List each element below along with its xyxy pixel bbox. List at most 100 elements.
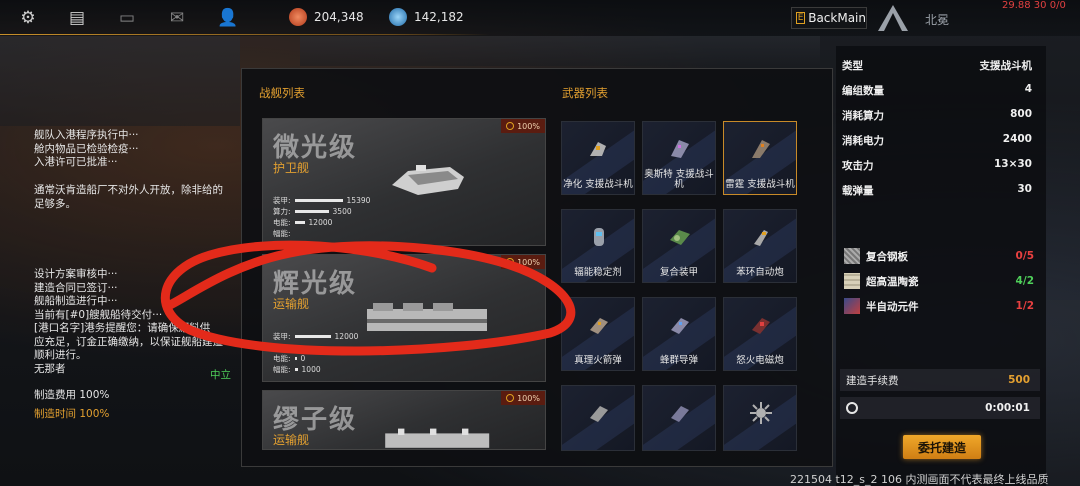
background-structure xyxy=(300,36,820,66)
material-name: 半自动元件 xyxy=(866,300,919,313)
friends-icon[interactable]: 👤 xyxy=(217,8,239,28)
build-timer: 0:00:01 xyxy=(840,397,1040,419)
info-key: 消耗电力 xyxy=(842,135,884,147)
fee-label: 建造手续费 xyxy=(846,374,899,387)
turret-icon xyxy=(590,406,608,422)
material-name: 复合钢板 xyxy=(866,250,908,263)
neutral-status: 中立 xyxy=(210,369,231,381)
stat-bar xyxy=(294,199,343,202)
info-key: 类型 xyxy=(842,60,863,72)
log-block-2: 设计方案审核中··· 建造合同已签订··· 舰船制造进行中··· 当前有[#0]… xyxy=(34,268,223,376)
weapons-title: 武器列表 xyxy=(562,86,608,100)
weapon-label: 净化 支援战斗机 xyxy=(563,179,633,190)
build-fee: 建造手续费 500 xyxy=(840,369,1040,391)
badge-value: 100% xyxy=(517,393,540,403)
stat-bar xyxy=(294,210,329,213)
stat-bar xyxy=(294,368,298,371)
armor-icon xyxy=(670,230,690,245)
ship-type: 运输舰 xyxy=(273,433,310,447)
log-line: 足够多。 xyxy=(34,197,76,210)
info-row-type: 类型 支援战斗机 xyxy=(842,58,1032,73)
ship-card-radiance[interactable]: 100% 辉光级 运输舰 装甲: 12000 电能: 0 幅能: 1000 xyxy=(262,254,546,382)
commission-build-button[interactable]: 委托建造 xyxy=(903,435,981,459)
railgun-icon xyxy=(752,318,770,334)
material-count: 1/2 xyxy=(1015,300,1034,312)
stat-value: 12000 xyxy=(308,218,333,227)
build-time-modifier: 制造时间 100% xyxy=(34,408,110,420)
info-row-compute: 消耗算力 800 xyxy=(842,108,1032,123)
ship-model-icon xyxy=(367,303,487,331)
weapon-slot-selected[interactable]: 雷霆 支援战斗机 xyxy=(723,121,797,195)
log-line: 顺利进行。 xyxy=(34,349,87,361)
weapon-slot[interactable]: 辐能稳定剂 xyxy=(561,209,635,283)
detail-panel: 类型 支援战斗机 编组数量 4 消耗算力 800 消耗电力 2400 攻击力 13×30 … xyxy=(836,46,1046,486)
material-count: 0/5 xyxy=(1015,250,1034,262)
log-line: 舰船制造进行中··· xyxy=(34,295,118,307)
ship-card-muon[interactable]: 100% 缪子级 运输舰 xyxy=(262,390,546,450)
gear-icon[interactable]: ⚙ xyxy=(17,8,39,28)
back-main-button[interactable]: E BackMain xyxy=(791,7,867,29)
stat-label: 幅能: xyxy=(273,229,291,238)
log-line: [港口名字]港务提醒您：请确保原料供 xyxy=(34,322,211,334)
log-line: 舰队入港程序执行中··· xyxy=(34,129,139,141)
build-cost-modifier: 制造费用 100% xyxy=(34,389,110,401)
weapon-label: 复合装甲 xyxy=(659,267,698,278)
weapon-slot[interactable]: 净化 支援战斗机 xyxy=(561,121,635,195)
fighter-icon xyxy=(671,140,689,158)
badge-icon xyxy=(506,394,515,402)
stat-value: 0 xyxy=(300,354,306,363)
log-notice: 通常沃肯造船厂不对外人开放，除非给的 足够多。 xyxy=(34,184,223,211)
ship-stat-power: 电能: 12000 xyxy=(273,217,332,228)
info-value: 2400 xyxy=(1002,133,1032,145)
info-key: 消耗算力 xyxy=(842,110,884,122)
weapon-slot[interactable]: 怒火电磁炮 xyxy=(723,297,797,371)
weapon-slot[interactable]: 真理火箭弹 xyxy=(561,297,635,371)
log-block-1: 舰队入港程序执行中··· 舱内物品已检验检疫··· 入港许可已批准··· xyxy=(34,129,139,170)
log-line: 当前有[#0]艘舰船待交付··· xyxy=(34,308,163,321)
resource-credits: 204,348 xyxy=(289,8,364,26)
info-key: 编组数量 xyxy=(842,85,884,97)
mail-icon[interactable]: ▭ xyxy=(116,8,138,28)
weapon-label: 辐能稳定剂 xyxy=(574,267,622,278)
stat-value: 12000 xyxy=(334,332,359,341)
stat-label: 电能: xyxy=(273,354,291,363)
stat-value: 3500 xyxy=(332,207,352,216)
weapon-slot[interactable]: 复合装甲 xyxy=(642,209,716,283)
ceramic-icon xyxy=(844,273,860,289)
badge-icon xyxy=(506,258,515,266)
info-value: 800 xyxy=(1010,108,1032,120)
back-icon: E xyxy=(796,12,806,24)
info-value: 30 xyxy=(1017,183,1032,195)
stat-label: 装甲: xyxy=(273,332,291,341)
fps-readout: 29.88 30 0/0 xyxy=(1002,0,1066,11)
stat-bar xyxy=(294,357,297,360)
material-row: 复合钢板 0/5 xyxy=(844,247,1034,265)
info-row-attack: 攻击力 13×30 xyxy=(842,158,1032,173)
weapon-slot[interactable] xyxy=(723,385,797,451)
fee-value: 500 xyxy=(1008,374,1030,386)
ship-badge: 100% xyxy=(501,255,545,269)
badge-value: 100% xyxy=(517,121,540,131)
steel-plate-icon xyxy=(844,248,860,264)
weapon-slot[interactable] xyxy=(642,385,716,451)
info-row-power: 消耗电力 2400 xyxy=(842,133,1032,148)
material-count: 4/2 xyxy=(1015,275,1034,287)
material-row: 半自动元件 1/2 xyxy=(844,297,1034,315)
ship-stat-flux: 幅能: 1000 xyxy=(273,364,321,375)
info-row-ammo: 载弹量 30 xyxy=(842,183,1032,198)
weapon-slot[interactable]: 奥斯特 支援战斗机 xyxy=(642,121,716,195)
weapon-slot[interactable] xyxy=(561,385,635,451)
stat-label: 电能: xyxy=(273,218,291,227)
chat-icon[interactable]: ▤ xyxy=(66,8,88,28)
component-icon xyxy=(844,298,860,314)
shipyard-panel: 战舰列表 武器列表 100% 微光级 护卫舰 装甲: 15390 算力: 3500 … xyxy=(241,68,833,467)
stat-bar xyxy=(294,335,331,338)
weapon-slot[interactable]: 蜂群导弹 xyxy=(642,297,716,371)
ship-stat-armor: 装甲: 12000 xyxy=(273,331,358,342)
stat-value: 15390 xyxy=(346,196,371,205)
weapon-slot[interactable]: 苯环自动炮 xyxy=(723,209,797,283)
message-icon[interactable]: ✉ xyxy=(166,8,188,28)
ship-badge: 100% xyxy=(501,391,545,405)
drone-hub-icon xyxy=(750,402,772,424)
ship-card-glimmer[interactable]: 100% 微光级 护卫舰 装甲: 15390 算力: 3500 电能: 12000 幅… xyxy=(262,118,546,246)
